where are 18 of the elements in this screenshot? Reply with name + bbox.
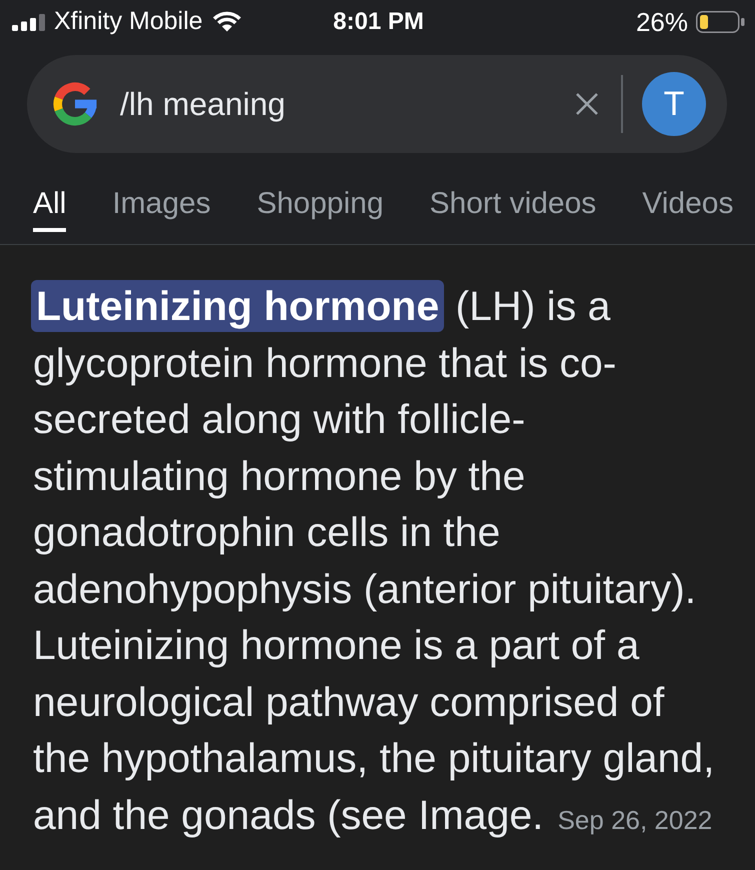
search-tab[interactable]: Videos: [642, 186, 734, 232]
search-tab[interactable]: Images: [112, 186, 211, 232]
signal-icon: [12, 14, 45, 30]
carrier-text: Xfinity Mobile: [54, 6, 203, 38]
search-bar[interactable]: /lh meaning T: [27, 55, 727, 153]
snippet-text: Luteinizing hormone (LH) is a glycoprotein hormone that is co-secreted along with follicle-stimulating hormone by the gonadotrophin cells in the adenohypophysis (anterior pituitary). Luteinizing hormone is a part of a neurological pathway comprised of the hypothalamus, the pituitary gland, and the gonads (see Image. Sep 26, 2022: [0, 245, 755, 848]
close-icon: [575, 92, 599, 116]
time-text: 8:01 PM: [333, 7, 424, 37]
clear-button[interactable]: [575, 92, 599, 116]
avatar-button[interactable]: T: [642, 72, 706, 136]
battery-icon: [696, 11, 745, 33]
search-tab[interactable]: Short videos: [430, 186, 596, 232]
search-field[interactable]: /lh meaning: [120, 80, 575, 128]
g-logo-icon: [52, 81, 98, 127]
wifi-icon: [212, 11, 242, 33]
battery-percent-text: 26%: [636, 6, 688, 38]
search-tab[interactable]: Shopping: [256, 186, 384, 232]
search-tab[interactable]: All: [33, 186, 66, 232]
